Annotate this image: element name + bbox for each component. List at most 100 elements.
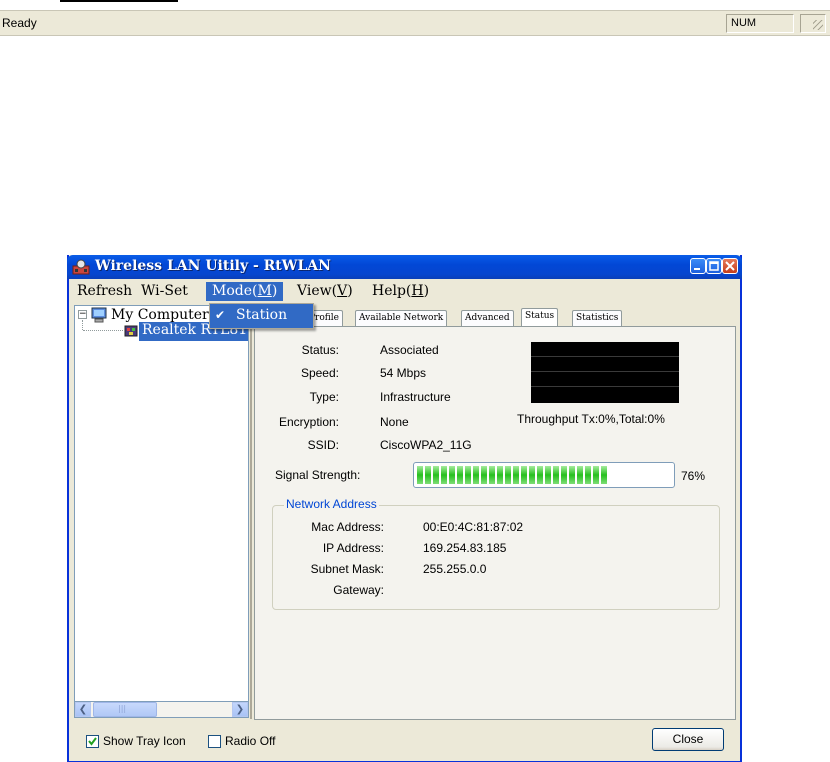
close-window-button[interactable] — [722, 258, 738, 274]
num-lock-indicator: NUM — [726, 14, 794, 33]
tab-available-network[interactable]: Available Network — [355, 310, 448, 327]
signal-segment — [585, 466, 591, 484]
mac-address-value: 00:E0:4C:81:87:02 — [423, 520, 524, 534]
menu-mode-mnemonic: M — [257, 283, 272, 299]
signal-segment — [505, 466, 511, 484]
type-label: Type: — [309, 390, 339, 404]
signal-segment — [561, 466, 567, 484]
signal-segment — [497, 466, 503, 484]
signal-segment — [601, 466, 607, 484]
signal-strength-bar — [413, 462, 675, 488]
close-icon — [725, 261, 735, 271]
signal-segment — [569, 466, 575, 484]
signal-segment — [473, 466, 479, 484]
graph-gridline — [531, 356, 679, 357]
radio-off-label: Radio Off — [225, 734, 276, 748]
collapse-icon[interactable]: − — [78, 310, 87, 319]
menu-view-suffix: ) — [347, 283, 353, 299]
signal-segment — [529, 466, 535, 484]
status-value: Associated — [380, 343, 439, 357]
tree-connector — [82, 320, 83, 330]
menu-item-station-label: Station — [236, 307, 288, 323]
tab-status[interactable]: Status — [521, 308, 559, 327]
encryption-value: None — [380, 415, 409, 429]
subnet-mask-label: Subnet Mask: — [310, 562, 384, 576]
signal-segment — [433, 466, 439, 484]
menu-help[interactable]: Help(H) — [366, 282, 435, 301]
close-button[interactable]: Close — [652, 728, 724, 751]
ssid-value: CiscoWPA2_11G — [380, 438, 472, 452]
checkmark-icon: ✔ — [215, 308, 226, 322]
signal-segment — [425, 466, 431, 484]
ssid-label: SSID: — [307, 438, 339, 452]
signal-segment — [465, 466, 471, 484]
signal-segment — [449, 466, 455, 484]
menu-mode-label: Mode( — [212, 283, 258, 299]
network-address-title: Network Address — [284, 497, 379, 511]
scroll-left-icon[interactable]: ❮ — [75, 702, 91, 717]
maximize-button[interactable] — [706, 258, 722, 274]
signal-segment — [489, 466, 495, 484]
speed-label: Speed: — [300, 366, 339, 380]
title-bar[interactable]: Wireless LAN Uitily - RtWLAN — [67, 255, 742, 279]
signal-segment — [577, 466, 583, 484]
menu-mode[interactable]: Mode(M) — [206, 282, 284, 301]
scroll-thumb[interactable] — [93, 702, 157, 717]
signal-segment — [457, 466, 463, 484]
encryption-label: Encryption: — [278, 415, 339, 429]
ip-address-value: 169.254.83.185 — [423, 541, 507, 555]
network-adapter-icon — [124, 325, 138, 337]
signal-segment — [521, 466, 527, 484]
menu-help-label: Help( — [372, 283, 412, 299]
signal-segment — [537, 466, 543, 484]
tab-statistics[interactable]: Statistics — [572, 310, 623, 327]
subnet-mask-value: 255.255.0.0 — [423, 562, 487, 576]
menu-help-suffix: ) — [423, 283, 430, 299]
gateway-label: Gateway: — [333, 583, 384, 597]
mac-address-label: Mac Address: — [311, 520, 384, 534]
throughput-text: Throughput Tx:0%,Total:0% — [517, 412, 665, 426]
pane-splitter[interactable] — [250, 305, 252, 719]
show-tray-icon-checkbox[interactable] — [86, 735, 99, 748]
menu-refresh[interactable]: Refresh — [71, 282, 138, 301]
tree-connector — [83, 330, 123, 331]
status-label: Status: — [301, 343, 339, 357]
computer-icon — [91, 307, 107, 323]
signal-segment — [417, 466, 423, 484]
throughput-graph — [531, 342, 679, 403]
tree-root-my-computer[interactable]: My Computer — [111, 307, 209, 323]
menu-wi-set-label: Wi-Set — [141, 283, 188, 299]
radio-off-checkbox[interactable] — [208, 735, 221, 748]
wireless-lan-utility-window: Wireless LAN Uitily - RtWLAN Refresh Wi-… — [67, 255, 742, 762]
signal-segment — [513, 466, 519, 484]
menu-view-label: View( — [297, 283, 338, 299]
adapter-tree: − My Computer Realtek RTL8187 — [74, 305, 249, 715]
signal-segment — [441, 466, 447, 484]
tree-horizontal-scrollbar[interactable]: ❮ ❯ — [74, 701, 249, 718]
minimize-button[interactable] — [690, 258, 706, 274]
menu-view-mnemonic: V — [337, 283, 348, 299]
menu-wi-set[interactable]: Wi-Set — [135, 282, 194, 301]
signal-segment — [481, 466, 487, 484]
signal-segment — [593, 466, 599, 484]
signal-segment — [553, 466, 559, 484]
num-lock-text: NUM — [731, 17, 757, 29]
menu-view[interactable]: View(V) — [291, 282, 359, 301]
status-bar: Ready NUM — [0, 10, 830, 36]
status-ready-text: Ready — [2, 16, 37, 30]
menu-refresh-label: Refresh — [77, 283, 133, 299]
ip-address-label: IP Address: — [322, 541, 384, 555]
window-title: Wireless LAN Uitily - RtWLAN — [95, 258, 331, 274]
signal-strength-fill — [417, 466, 610, 484]
speed-value: 54 Mbps — [380, 366, 427, 380]
resize-grip[interactable] — [800, 14, 826, 33]
minimize-icon — [694, 268, 700, 270]
graph-gridline — [531, 371, 679, 372]
scroll-right-icon[interactable]: ❯ — [232, 702, 248, 717]
menu-mode-suffix: ) — [271, 283, 278, 299]
menu-help-mnemonic: H — [411, 283, 424, 299]
tab-advanced[interactable]: Advanced — [461, 310, 514, 327]
top-underline — [60, 0, 178, 2]
signal-strength-percent: 76% — [681, 469, 706, 483]
maximize-icon — [709, 261, 719, 271]
